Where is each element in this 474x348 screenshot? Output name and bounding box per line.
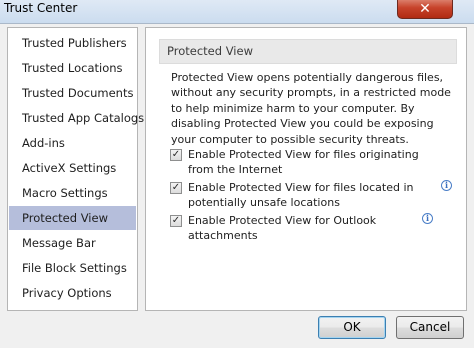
internet-files-checkbox[interactable]: ✓ — [170, 149, 182, 161]
ok-button[interactable]: OK — [318, 316, 386, 339]
sidebar-item-activex-settings[interactable]: ActiveX Settings — [9, 156, 136, 180]
sidebar-item-add-ins[interactable]: Add-ins — [9, 131, 136, 155]
unsafe-locations-label[interactable]: Enable Protected View for files located … — [188, 180, 443, 211]
sidebar-item-trusted-locations[interactable]: Trusted Locations — [9, 56, 136, 80]
outlook-attachments-checkbox[interactable]: ✓ — [170, 215, 182, 227]
close-button[interactable]: ✕ — [397, 0, 453, 19]
sidebar-item-trusted-documents[interactable]: Trusted Documents — [9, 81, 136, 105]
section-title: Protected View — [159, 39, 457, 64]
check-icon: ✓ — [171, 182, 181, 193]
title-bar: Trust Center ✕ — [0, 0, 474, 24]
window-title: Trust Center — [4, 1, 78, 15]
check-icon: ✓ — [171, 215, 181, 226]
info-icon[interactable]: i — [422, 213, 433, 224]
info-glyph: i — [444, 180, 449, 190]
settings-panel: Protected View Protected View opens pote… — [145, 27, 467, 311]
sidebar-item-privacy-options[interactable]: Privacy Options — [9, 281, 136, 305]
sidebar-item-message-bar[interactable]: Message Bar — [9, 231, 136, 255]
info-glyph: i — [425, 213, 430, 223]
check-icon: ✓ — [171, 149, 181, 160]
description-text: Protected View opens potentially dangero… — [171, 71, 451, 146]
outlook-attachments-label[interactable]: Enable Protected View for Outlook attach… — [188, 213, 443, 244]
info-icon[interactable]: i — [441, 180, 452, 191]
cancel-button[interactable]: Cancel — [396, 316, 464, 339]
sidebar: Trusted Publishers Trusted Locations Tru… — [7, 27, 144, 311]
unsafe-locations-checkbox[interactable]: ✓ — [170, 182, 182, 194]
sidebar-item-file-block-settings[interactable]: File Block Settings — [9, 256, 136, 280]
internet-files-label[interactable]: Enable Protected View for files originat… — [188, 147, 443, 178]
close-icon: ✕ — [419, 0, 431, 17]
sidebar-item-protected-view[interactable]: Protected View — [9, 206, 136, 230]
sidebar-item-trusted-publishers[interactable]: Trusted Publishers — [9, 31, 136, 55]
sidebar-item-trusted-app-catalogs[interactable]: Trusted App Catalogs — [9, 106, 144, 130]
sidebar-item-macro-settings[interactable]: Macro Settings — [9, 181, 136, 205]
